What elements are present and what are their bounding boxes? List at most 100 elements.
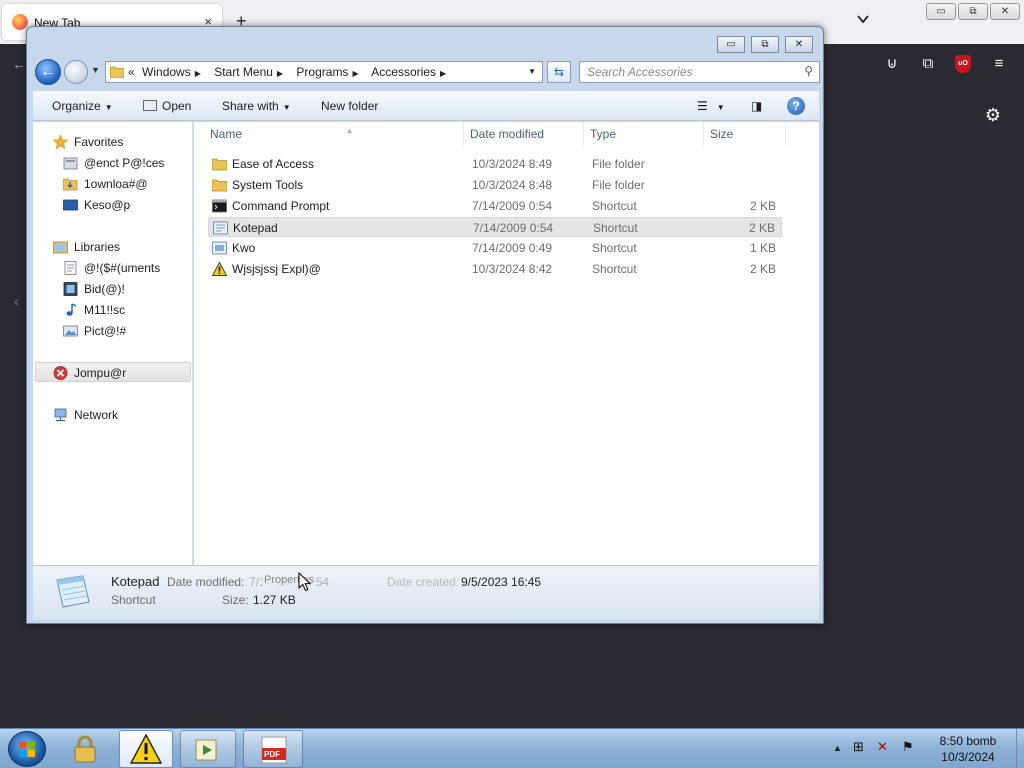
volume-muted-icon[interactable]: ✕ <box>877 739 888 755</box>
back-arrow-icon[interactable]: ← <box>12 56 26 72</box>
file-size: 2 KB <box>748 221 775 235</box>
breadcrumb-overflow[interactable]: « <box>128 65 135 79</box>
nav-item-label: Pict@!# <box>84 324 127 338</box>
clock-time: 8:50 bomb <box>939 734 997 748</box>
new-folder-button[interactable]: New folder <box>321 91 378 121</box>
shortcut-app-icon <box>212 241 227 255</box>
system-clock[interactable]: 8:50 bomb 10/3/2024 <box>928 733 1008 765</box>
file-row-kotepad[interactable]: Kotepad 7/14/2009 0:54 Shortcut 2 KB <box>208 217 782 237</box>
file-date: 10/3/2024 8:42 <box>472 262 553 276</box>
explorer-window: ▭ ⧉ ✕ ← ▼ « Windows ▶ Start Menu ▶ Program… <box>26 26 824 624</box>
refresh-button[interactable]: ⇆ <box>547 61 571 83</box>
action-center-flag-icon[interactable]: ⚑ <box>902 739 914 755</box>
column-header-label: Name <box>210 127 243 141</box>
open-icon <box>143 100 157 111</box>
file-date: 10/3/2024 8:49 <box>472 157 553 171</box>
search-input[interactable]: Search Accessories ⚲ <box>579 61 820 83</box>
windows-logo-icon <box>19 741 35 757</box>
breadcrumb-item[interactable]: Start Menu <box>214 65 273 79</box>
browser-minimize-button[interactable]: ▭ <box>926 3 956 20</box>
taskbar-lock-app[interactable] <box>60 730 110 768</box>
browser-restore-button[interactable]: ⧉ <box>958 3 988 20</box>
file-row-system-tools[interactable]: System Tools 10/3/2024 8:48 File folder <box>208 175 782 195</box>
folder-icon <box>212 179 227 192</box>
file-name: Wjsjsjssj Expl)@ <box>232 262 321 276</box>
pdf-label: PDF <box>264 750 280 759</box>
browser-close-button[interactable]: ✕ <box>990 3 1020 20</box>
search-icon[interactable]: ⚲ <box>804 64 813 78</box>
breadcrumb-item[interactable]: Programs <box>296 65 348 79</box>
file-name: Ease of Access <box>232 157 315 171</box>
file-row-kwo[interactable]: Kwo 7/14/2009 0:49 Shortcut 1 KB <box>208 238 782 258</box>
gear-icon[interactable]: ⚙ <box>983 105 1003 125</box>
recent-places-icon <box>63 157 78 170</box>
show-desktop-button[interactable] <box>1016 729 1024 768</box>
column-header-size[interactable]: Size <box>710 122 786 146</box>
taskbar-pdf-app[interactable]: PDF <box>243 730 303 768</box>
breadcrumb-item[interactable]: Windows <box>142 65 191 79</box>
organize-label: Organize <box>52 99 101 113</box>
address-bar[interactable]: « Windows ▶ Start Menu ▶ Programs ▶ Accesso… <box>105 61 543 83</box>
breadcrumb-arrow-icon[interactable]: ▶ <box>440 69 446 78</box>
breadcrumb-arrow-icon[interactable]: ▶ <box>195 69 201 78</box>
taskbar-warning-app[interactable] <box>119 730 173 768</box>
chevron-down-icon[interactable] <box>856 12 870 26</box>
libraries-icon <box>53 241 68 254</box>
open-button[interactable]: Open <box>143 91 191 121</box>
maximize-button[interactable]: ⧉ <box>751 36 779 53</box>
preview-pane-icon: ◨ <box>751 99 763 113</box>
music-icon <box>66 303 77 316</box>
menu-icon[interactable]: ≡ <box>989 54 1009 74</box>
file-name: Kotepad <box>233 221 278 235</box>
recent-pages-dropdown[interactable]: ▼ <box>91 65 100 75</box>
search-placeholder: Search Accessories <box>587 65 693 79</box>
file-row-wjsjsjssj[interactable]: Wjsjsjssj Expl)@ 10/3/2024 8:42 Shortcut… <box>208 259 782 279</box>
pocket-icon[interactable]: ⊍ <box>882 54 902 74</box>
breadcrumb: « Windows ▶ Start Menu ▶ Programs ▶ Accesso… <box>128 62 456 82</box>
taskbar-media-player[interactable] <box>180 730 236 768</box>
error-icon <box>53 366 68 380</box>
ublock-icon[interactable]: uO <box>955 55 971 73</box>
warning-icon <box>212 262 227 276</box>
file-size: 2 KB <box>749 199 776 213</box>
start-button[interactable] <box>8 731 46 767</box>
file-row-command-prompt[interactable]: Command Prompt 7/14/2009 0:54 Shortcut 2… <box>208 196 782 216</box>
network-tray-icon[interactable]: ⊞ <box>853 739 864 755</box>
view-options-button[interactable]: ☰ ▼ <box>697 91 725 121</box>
file-row-ease-of-access[interactable]: Ease of Access 10/3/2024 8:49 File folde… <box>208 154 782 174</box>
breadcrumb-arrow-icon[interactable]: ▶ <box>277 69 283 78</box>
details-date-modified-label: Date modified: <box>167 575 245 589</box>
organize-button[interactable]: Organize ▼ <box>52 91 113 121</box>
command-bar: Organize ▼ Open Share with ▼ New folder ☰ ▼… <box>33 91 819 121</box>
address-dropdown-icon[interactable]: ▼ <box>528 67 536 76</box>
column-header-label: Date modified <box>470 127 545 141</box>
file-type: File folder <box>592 178 645 192</box>
notepad-icon <box>56 575 90 608</box>
nav-item-label: 1ownloa#@ <box>84 177 148 191</box>
help-button[interactable]: ? <box>787 97 805 115</box>
forward-button[interactable] <box>64 60 88 84</box>
extensions-icon[interactable]: ⧉ <box>918 54 938 74</box>
notepad-icon <box>213 221 228 235</box>
column-header-type[interactable]: Type <box>590 122 704 146</box>
open-label: Open <box>162 99 192 113</box>
mouse-cursor-icon <box>298 572 312 592</box>
file-name: System Tools <box>232 178 304 192</box>
minimize-button[interactable]: ▭ <box>717 36 745 53</box>
column-header-label: Size <box>710 127 734 141</box>
back-button[interactable]: ← <box>35 59 61 85</box>
file-list: Name ▲ Date modified Type Size Ease of Ac… <box>194 122 819 565</box>
nav-favorites-label: Favorites <box>74 135 124 149</box>
close-button[interactable]: ✕ <box>785 36 813 53</box>
share-with-button[interactable]: Share with ▼ <box>222 91 291 121</box>
breadcrumb-item[interactable]: Accessories <box>371 65 436 79</box>
preview-pane-button[interactable]: ◨ <box>751 91 762 121</box>
pictures-icon <box>63 325 78 337</box>
breadcrumb-arrow-icon[interactable]: ▶ <box>352 69 358 78</box>
details-size-value: 1.27 KB <box>253 593 296 607</box>
details-date-created-label: Date created: <box>387 575 460 589</box>
show-hidden-icons-button[interactable]: ▲ <box>833 743 842 753</box>
column-header-name[interactable]: Name ▲ <box>210 122 464 146</box>
column-header-date-modified[interactable]: Date modified <box>470 122 584 146</box>
chevron-down-icon: ▼ <box>716 103 725 112</box>
